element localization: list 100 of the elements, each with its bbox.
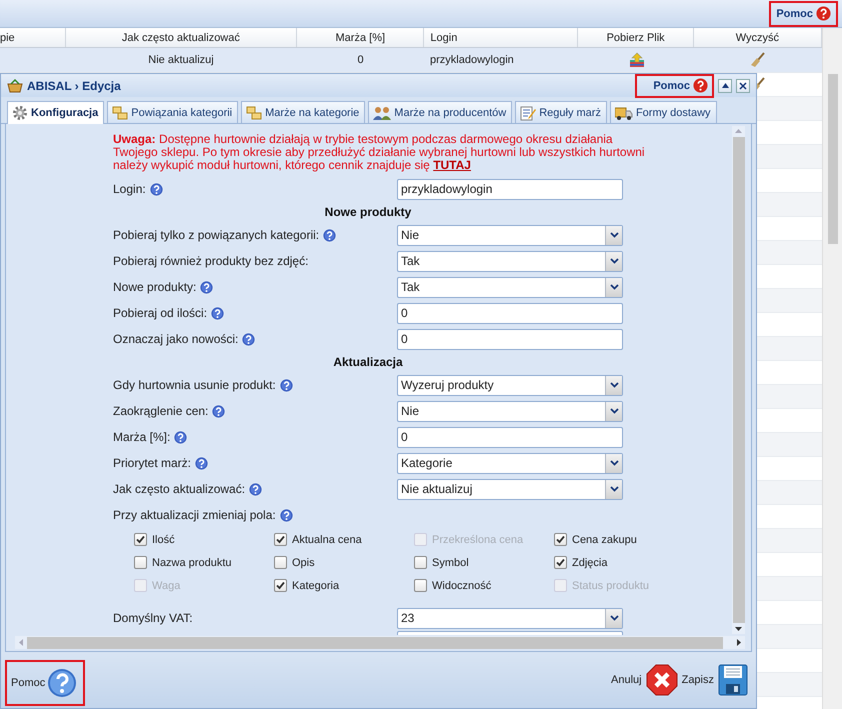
dropdown-field[interactable]: Nie [397,400,623,422]
checkbox[interactable] [134,556,147,569]
scrollbar[interactable] [732,126,745,634]
column-header[interactable]: Jak często aktualizować [66,28,298,47]
checkbox-label: Zdjęcia [572,556,608,568]
close-button[interactable] [736,78,750,92]
scroll-right-icon[interactable] [737,639,741,646]
close-icon [739,82,747,90]
help-icon [693,78,708,93]
checkbox-label: Symbol [432,556,469,568]
checkbox[interactable] [554,533,567,546]
caret-icon [610,258,618,264]
help-icon[interactable] [150,182,163,196]
column-header[interactable]: Pobierz Plik [578,28,694,47]
scroll-down-icon[interactable] [735,627,742,631]
checkbox-label: Nazwa produktu [152,556,232,568]
tab[interactable]: Formy dostawy [610,101,717,123]
checkbox-label: Przekreślona cena [432,534,524,546]
help-icon[interactable] [280,378,293,392]
cancel-button[interactable]: Anuluj [611,664,678,696]
collapse-button[interactable] [718,78,732,92]
checkbox-label: Ilość [152,534,175,546]
basket-icon [7,78,23,92]
checkbox[interactable] [414,556,427,569]
dropdown-field[interactable]: Nie [397,224,623,246]
help-icon[interactable] [174,430,188,444]
checkbox[interactable] [554,556,567,569]
field-label: Gdy hurtownia usunie produkt: [113,378,276,392]
dropdown-field[interactable]: Wyzeruj produkty [397,374,623,396]
tab[interactable]: Konfiguracja [7,101,104,124]
caret-icon [610,284,618,290]
help-icon[interactable] [200,280,214,294]
folders-icon [112,104,128,120]
input-field[interactable]: przykladowylogin [397,178,623,200]
checkbox[interactable] [134,533,147,546]
checkbox[interactable] [274,579,287,592]
field-label: Domyślny VAT: [113,611,193,625]
help-icon[interactable] [195,456,208,470]
edit-icon [520,104,536,120]
field-label: Login: [113,182,146,196]
table-cell-text: przykladowylogin [429,53,515,68]
field-label: Jak często aktualizować: [113,482,246,496]
checkbox-label: Waga [152,580,180,592]
scrollbar[interactable] [15,636,745,649]
checkbox-label: Widoczność [432,580,492,592]
help-icon[interactable] [249,482,262,496]
help-icon[interactable] [280,508,293,522]
tab[interactable]: Reguły marż [515,101,607,123]
column-header[interactable]: pie [0,28,66,47]
checkbox-label: Opis [292,556,315,568]
scrollbar[interactable] [822,28,842,709]
help-icon [47,668,78,698]
checkbox-label: Kategoria [292,580,340,592]
checkbox-label: Status produktu [572,580,650,592]
truck-icon [614,104,633,120]
dropdown-field[interactable]: 23 [397,608,623,628]
help-icon[interactable] [212,404,226,418]
checkbox-label: Cena zakupu [572,534,637,546]
window-title: ABISAL › Edycja [27,78,121,92]
input-field[interactable]: 0 [397,328,623,350]
field-label: Nowe produkty: [113,280,196,294]
help-icon[interactable] [242,332,256,346]
column-header[interactable]: Marża [%] [297,28,424,47]
help-button[interactable]: Pomoc [5,660,86,706]
field-label: Pobieraj tylko z powiązanych kategorii: [113,228,320,242]
tab[interactable]: Marże na producentów [368,101,512,123]
download-icon[interactable] [628,52,644,68]
checkbox[interactable] [274,556,287,569]
table-cell-text: Nie aktualizuj [147,53,215,68]
link[interactable]: TUTAJ [433,158,471,172]
dropdown-field[interactable]: Tak [397,250,623,272]
broom-icon[interactable] [750,52,766,68]
help-icon[interactable] [323,228,336,242]
dropdown-field[interactable]: Tak [397,276,623,298]
caret-icon [610,486,618,492]
help-link[interactable]: Pomoc [769,0,838,26]
checkbox[interactable] [274,533,287,546]
input-field[interactable]: 0 [397,426,623,448]
folders-icon [246,104,262,120]
tab[interactable]: Marże na kategorie [241,101,366,123]
save-button[interactable]: Zapisz [682,664,748,696]
input-field[interactable]: 0 [397,302,623,324]
dropdown-field[interactable]: Kategorie [397,452,623,474]
checkbox[interactable] [414,579,427,592]
people-icon [373,104,392,120]
help-icon[interactable] [211,306,224,320]
column-header[interactable]: Login [424,28,578,47]
field-label: Pobieraj od ilości: [113,306,208,320]
field-label: Marża [%]: [113,430,170,444]
section-heading: Aktualizacja [332,354,404,371]
checkbox-label: Aktualna cena [292,534,362,546]
save-icon [718,664,748,696]
dropdown-field[interactable]: Nie aktualizuj [397,478,623,500]
gear-icon [12,105,28,121]
caret-icon [610,460,618,466]
field-label: Priorytet marż: [113,456,192,470]
warning-message: Uwaga: Dostępne hurtownie działają w trybie testowym podczas darmowego okresu działania Twojego sklepu. Po tym okresie aby przedłużyć działanie wybranej hurtowni lub wszystkich hurtowni należy wykupić moduł hurtowni, którego cennik znajduje się TUTAJ [113,133,646,172]
help-link[interactable]: Pomoc [635,74,714,98]
table-row[interactable]: Nie aktualizuj 0 przykladowylogin [0,48,822,73]
tab[interactable]: Powiązania kategorii [107,101,238,123]
